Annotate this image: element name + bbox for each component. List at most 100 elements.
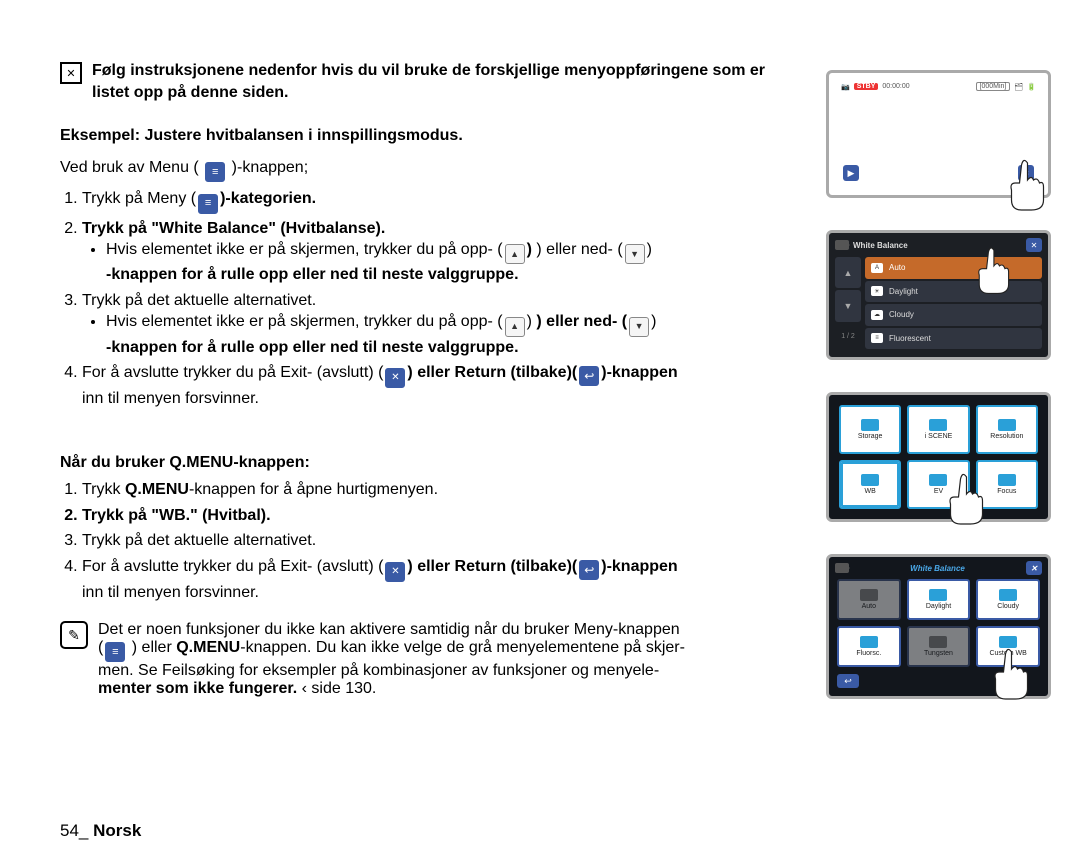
s2-bullet: Hvis elementet ikke er på skjermen, tryk… <box>106 239 800 286</box>
checkbox-arrows-icon: ✕ <box>60 62 82 84</box>
page-indicator: 1 / 2 <box>835 324 861 349</box>
tile-label: Resolution <box>990 433 1023 440</box>
close-icon[interactable] <box>1026 561 1042 575</box>
figure-record-screen: 📷 STBY 00:00:00 [000Min] 🗂 🔋 <box>826 70 1051 198</box>
s1-post: )-kategorien. <box>220 190 316 207</box>
step-3: Trykk på det aktuelle alternativet. Hvis… <box>82 290 800 358</box>
step-4: For å avslutte trykker du på Exit- (avsl… <box>82 362 800 409</box>
q4-post: inn til menyen forsvinner. <box>82 584 259 601</box>
down-icon <box>629 317 649 337</box>
step-2: Trykk på "White Balance" (Hvitbalanse). … <box>82 218 800 286</box>
wb-label: Cloudy <box>889 310 914 319</box>
menu-usage-prefix: Ved bruk av Menu ( <box>60 159 199 176</box>
s2-text: Trykk på "White Balance" (Hvitbalanse). <box>82 220 385 237</box>
video-mode-icon <box>835 240 849 250</box>
return-icon <box>579 366 599 386</box>
s2-b-post: ) <box>647 241 652 258</box>
language-label: Norsk <box>93 821 141 840</box>
s3-b-post: ) <box>651 313 656 330</box>
note-l3: men. Se Feilsøking for eksempler på komb… <box>98 662 659 679</box>
tile-label: Focus <box>997 488 1016 495</box>
tile-auto[interactable]: Auto <box>837 579 901 620</box>
wb-label: Fluorescent <box>889 334 931 343</box>
wb-label: Auto <box>889 263 905 272</box>
tile-storage[interactable]: Storage <box>839 405 901 454</box>
note-l2d: -knappen. Du kan ikke velge de grå menye… <box>240 639 685 656</box>
tile-fluorsc[interactable]: Fluorsc. <box>837 626 901 667</box>
close-icon <box>385 562 405 582</box>
wb-item-fluorescent[interactable]: ≡Fluorescent <box>865 328 1042 350</box>
wb-grid-title: White Balance <box>853 564 1022 573</box>
intro-text: Følg instruksjonene nedenfor hvis du vil… <box>92 60 800 103</box>
hand-pointer-icon <box>968 243 1018 298</box>
close-icon[interactable] <box>1026 238 1042 252</box>
q-step-2: Trykk på "WB." (Hvitbal). <box>82 505 800 527</box>
s3-b-pre: Hvis elementet ikke er på skjermen, tryk… <box>106 313 503 330</box>
q-step-3: Trykk på det aktuelle alternativet. <box>82 530 800 552</box>
intro-block: ✕ Følg instruksjonene nedenfor hvis du v… <box>60 60 800 109</box>
tile-cloudy[interactable]: Cloudy <box>976 579 1040 620</box>
s4-post: inn til menyen forsvinner. <box>82 390 259 407</box>
q4-mid2: )-knappen <box>601 558 677 575</box>
remaining-time: [000Min] <box>976 82 1011 91</box>
note-l4a: menter som ikke fungerer. <box>98 680 297 697</box>
q-step-1: Trykk Q.MENU-knappen for å åpne hurtigme… <box>82 479 800 501</box>
elapsed-time: 00:00:00 <box>882 83 909 90</box>
note-l1: Det er noen funksjoner du ikke kan aktiv… <box>98 621 680 638</box>
note-l2b: ) eller <box>127 639 176 656</box>
page-number: 54_ <box>60 821 93 840</box>
menu-usage-line: Ved bruk av Menu ( )-knappen; <box>60 157 800 182</box>
tile-daylight[interactable]: Daylight <box>907 579 971 620</box>
tile-label: Auto <box>862 603 876 610</box>
video-mode-icon <box>835 563 849 573</box>
step-1: Trykk på Meny ()-kategorien. <box>82 188 800 213</box>
down-icon <box>625 244 645 264</box>
s4-mid1: ) eller Return (tilbake)( <box>407 364 577 381</box>
q4-pre: For å avslutte trykker du på Exit- (avsl… <box>82 558 383 575</box>
note-icon: ✎ <box>60 621 88 649</box>
hand-pointer-icon <box>983 644 1038 704</box>
tile-resolution[interactable]: Resolution <box>976 405 1038 454</box>
close-icon <box>385 368 405 388</box>
note-block: ✎ Det er noen funksjoner du ikke kan akt… <box>60 621 800 698</box>
s2-b-pre: Hvis elementet ikke er på skjermen, tryk… <box>106 241 503 258</box>
nav-down-icon[interactable]: ▼ <box>835 290 861 321</box>
tile-label: Daylight <box>926 603 951 610</box>
page-footer: 54_ Norsk <box>60 821 141 841</box>
note-l2c: Q.MENU <box>176 639 240 656</box>
q1-pre: Trykk <box>82 481 125 498</box>
stby-badge: STBY <box>854 83 879 90</box>
tile-label: Cloudy <box>997 603 1019 610</box>
tile-iscene[interactable]: i SCENE <box>907 405 969 454</box>
nav-up-icon[interactable]: ▲ <box>835 257 861 288</box>
note-text: Det er noen funksjoner du ikke kan aktiv… <box>98 621 800 698</box>
status-bar: 📷 STBY 00:00:00 [000Min] 🗂 🔋 <box>835 79 1042 94</box>
qmenu-steps-list: Trykk Q.MENU-knappen for å åpne hurtigme… <box>82 479 800 603</box>
menu-icon <box>105 642 125 662</box>
q4-mid1: ) eller Return (tilbake)( <box>407 558 577 575</box>
note-l2a: ( <box>98 639 103 656</box>
tile-wb[interactable]: WB <box>839 460 901 509</box>
tile-label: i SCENE <box>925 433 953 440</box>
hand-pointer-icon <box>938 469 993 529</box>
s3-text: Trykk på det aktuelle alternativet. <box>82 292 316 309</box>
tile-label: Fluorsc. <box>856 650 881 657</box>
play-icon[interactable] <box>843 165 859 181</box>
wb-label: Daylight <box>889 287 918 296</box>
wb-item-cloudy[interactable]: ☁Cloudy <box>865 304 1042 326</box>
main-text-column: ✕ Følg instruksjonene nedenfor hvis du v… <box>60 60 800 699</box>
figure-wb-list: White Balance ▲ ▼ 1 / 2 AAuto ☀Daylight … <box>826 230 1051 360</box>
s3-b-line2: -knappen for å rulle opp eller ned til n… <box>106 339 519 356</box>
figure-qmenu-grid: Storage i SCENE Resolution WB EV Focus <box>826 392 1051 522</box>
return-icon[interactable] <box>837 674 859 688</box>
s4-mid2: )-knappen <box>601 364 677 381</box>
s2-b-line2: -knappen for å rulle opp eller ned til n… <box>106 266 519 283</box>
tile-tungsten[interactable]: Tungsten <box>907 626 971 667</box>
return-icon <box>579 560 599 580</box>
tile-label: Tungsten <box>924 650 953 657</box>
s4-pre: For å avslutte trykker du på Exit- (avsl… <box>82 364 383 381</box>
figure-wb-grid: White Balance Auto Daylight Cloudy Fluor… <box>826 554 1051 699</box>
hand-pointer-icon <box>999 155 1054 215</box>
s2-b-mid: ) ) eller ned- ( <box>527 241 623 258</box>
q1-bold: Q.MENU <box>125 481 189 498</box>
